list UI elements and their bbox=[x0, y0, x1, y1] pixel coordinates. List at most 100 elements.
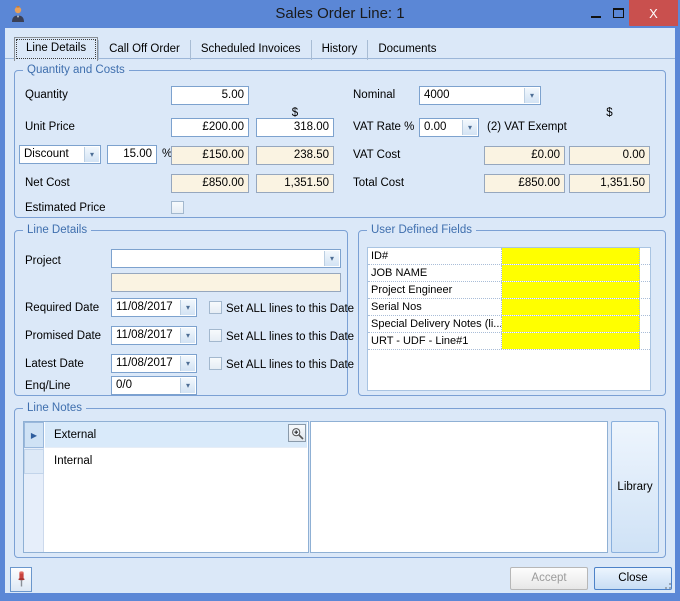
vat-rate-label: VAT Rate % bbox=[353, 121, 414, 133]
estimated-price-checkbox[interactable] bbox=[171, 201, 184, 214]
tab-bar: Line Details Call Off Order Scheduled In… bbox=[14, 37, 447, 60]
nominal-value: 4000 bbox=[424, 87, 523, 104]
line-notes-legend: Line Notes bbox=[23, 401, 86, 416]
set-all-latest-checkbox[interactable] bbox=[209, 357, 222, 370]
vat-exempt-text: (2) VAT Exempt bbox=[487, 121, 567, 133]
estimated-price-label: Estimated Price bbox=[25, 202, 106, 214]
net-cost-label: Net Cost bbox=[25, 177, 70, 189]
magnifier-plus-icon bbox=[291, 427, 304, 440]
udf-row-value-cell[interactable] bbox=[502, 299, 640, 315]
close-window-button[interactable]: X bbox=[629, 0, 678, 26]
promised-date-picker[interactable]: 11/08/2017 ▾ bbox=[111, 326, 197, 345]
user-defined-fields-group: User Defined Fields ID# JOB NAME Project… bbox=[358, 230, 666, 396]
chevron-down-icon[interactable]: ▾ bbox=[84, 147, 99, 162]
unit-price-usd-input[interactable]: 318.00 bbox=[256, 118, 334, 137]
nominal-select[interactable]: 4000 ▾ bbox=[419, 86, 541, 105]
set-all-required-checkbox[interactable] bbox=[209, 301, 222, 314]
chevron-down-icon[interactable]: ▾ bbox=[462, 120, 477, 135]
maximize-icon bbox=[613, 8, 624, 18]
net-cost-gbp-field: £850.00 bbox=[171, 174, 249, 193]
total-cost-label: Total Cost bbox=[353, 177, 404, 189]
pushpin-icon bbox=[16, 571, 27, 588]
chevron-down-icon[interactable]: ▾ bbox=[180, 300, 195, 315]
tab-history[interactable]: History bbox=[311, 40, 368, 60]
vat-cost-gbp-field: £0.00 bbox=[484, 146, 565, 165]
minimize-button[interactable] bbox=[585, 0, 607, 26]
enq-line-label: Enq/Line bbox=[25, 380, 70, 392]
note-text-area[interactable] bbox=[310, 421, 608, 553]
chevron-down-icon[interactable]: ▾ bbox=[324, 251, 339, 266]
chevron-down-icon[interactable]: ▾ bbox=[524, 88, 539, 103]
chevron-down-icon[interactable]: ▾ bbox=[180, 356, 195, 371]
table-row: JOB NAME bbox=[368, 265, 650, 282]
net-cost-usd-field: 1,351.50 bbox=[256, 174, 334, 193]
tab-scheduled-invoices[interactable]: Scheduled Invoices bbox=[190, 40, 311, 60]
tab-line-details[interactable]: Line Details bbox=[14, 37, 98, 61]
udf-row-label: JOB NAME bbox=[368, 265, 502, 281]
library-button[interactable]: Library bbox=[611, 421, 659, 553]
discount-usd-field: 238.50 bbox=[256, 146, 334, 165]
list-item-external[interactable]: External bbox=[45, 422, 307, 448]
promised-date-value: 11/08/2017 bbox=[116, 327, 179, 344]
udf-row-value-cell[interactable] bbox=[502, 265, 640, 281]
udf-table: ID# JOB NAME Project Engineer Serial Nos… bbox=[367, 247, 651, 391]
nominal-label: Nominal bbox=[353, 89, 395, 101]
tab-documents[interactable]: Documents bbox=[367, 40, 446, 60]
accept-button[interactable]: Accept bbox=[510, 567, 588, 590]
table-row: URT - UDF - Line#1 bbox=[368, 333, 650, 350]
maximize-button[interactable] bbox=[607, 0, 629, 26]
udf-row-label: URT - UDF - Line#1 bbox=[368, 333, 502, 349]
discount-mode-select[interactable]: Discount ▾ bbox=[19, 145, 101, 164]
vat-cost-usd-field: 0.00 bbox=[569, 146, 650, 165]
latest-date-label: Latest Date bbox=[25, 358, 84, 370]
dialog-body: Line Details Call Off Order Scheduled In… bbox=[5, 28, 675, 593]
selected-row-header[interactable]: ▶ bbox=[24, 422, 44, 448]
udf-row-label: Special Delivery Notes (li... bbox=[368, 316, 502, 332]
udf-row-label: Project Engineer bbox=[368, 282, 502, 298]
udf-row-label: Serial Nos bbox=[368, 299, 502, 315]
udf-row-value-cell[interactable] bbox=[502, 333, 640, 349]
latest-date-picker[interactable]: 11/08/2017 ▾ bbox=[111, 354, 197, 373]
quantity-input[interactable]: 5.00 bbox=[171, 86, 249, 105]
set-all-promised-label: Set ALL lines to this Date bbox=[226, 331, 354, 343]
close-icon: X bbox=[649, 6, 658, 21]
enq-line-select[interactable]: 0/0 ▾ bbox=[111, 376, 197, 395]
notes-zoom-button[interactable] bbox=[288, 424, 306, 442]
chevron-down-icon[interactable]: ▾ bbox=[180, 378, 195, 393]
unit-price-gbp-input[interactable]: £200.00 bbox=[171, 118, 249, 137]
discount-mode-value: Discount bbox=[24, 146, 83, 163]
arrow-right-icon: ▶ bbox=[31, 431, 37, 440]
line-notes-group: Line Notes ▶ External Internal bbox=[14, 408, 666, 558]
tab-call-off-order[interactable]: Call Off Order bbox=[98, 40, 190, 60]
latest-date-value: 11/08/2017 bbox=[116, 355, 179, 372]
vat-rate-select[interactable]: 0.00 ▾ bbox=[419, 118, 479, 137]
table-row: ID# bbox=[368, 248, 650, 265]
discount-gbp-field: £150.00 bbox=[171, 146, 249, 165]
promised-date-label: Promised Date bbox=[25, 330, 101, 342]
quantity-and-costs-group: Quantity and Costs Quantity 5.00 $ Unit … bbox=[14, 70, 666, 218]
resize-grip[interactable] bbox=[661, 579, 673, 591]
set-all-promised-checkbox[interactable] bbox=[209, 329, 222, 342]
quantity-label: Quantity bbox=[25, 89, 68, 101]
pin-button[interactable] bbox=[10, 567, 32, 592]
list-item-internal[interactable]: Internal bbox=[45, 448, 307, 474]
udf-row-value-cell[interactable] bbox=[502, 282, 640, 298]
line-details-legend: Line Details bbox=[23, 223, 91, 238]
unit-price-label: Unit Price bbox=[25, 121, 75, 133]
window-title: Sales Order Line: 1 bbox=[0, 0, 680, 28]
titlebar: Sales Order Line: 1 X bbox=[0, 0, 680, 28]
project-detail-field bbox=[111, 273, 341, 292]
user-defined-fields-legend: User Defined Fields bbox=[367, 223, 476, 238]
row-header[interactable] bbox=[24, 449, 44, 474]
vat-rate-value: 0.00 bbox=[424, 119, 461, 136]
required-date-picker[interactable]: 11/08/2017 ▾ bbox=[111, 298, 197, 317]
note-type-list: ▶ External Internal bbox=[23, 421, 309, 553]
minimize-icon bbox=[591, 16, 601, 18]
vat-cost-label: VAT Cost bbox=[353, 149, 400, 161]
chevron-down-icon[interactable]: ▾ bbox=[180, 328, 195, 343]
enq-line-value: 0/0 bbox=[116, 377, 179, 394]
udf-row-value-cell[interactable] bbox=[502, 316, 640, 332]
discount-percent-input[interactable]: 15.00 bbox=[107, 145, 157, 164]
project-select[interactable]: ▾ bbox=[111, 249, 341, 268]
udf-row-value-cell[interactable] bbox=[502, 248, 640, 264]
